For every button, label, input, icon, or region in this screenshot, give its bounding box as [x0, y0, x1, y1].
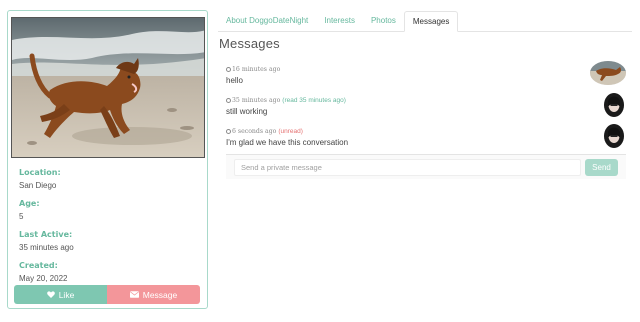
- message-time: 35 minutes ago: [232, 97, 281, 104]
- clock-icon: [226, 128, 231, 134]
- messages-title: Messages: [219, 36, 280, 51]
- created-value: May 20, 2022: [19, 274, 68, 283]
- person-avatar[interactable]: [604, 124, 624, 148]
- envelope-icon: [129, 291, 139, 298]
- message-meta: 35 minutes ago (read 35 minutes ago): [226, 91, 626, 105]
- person-avatar[interactable]: [604, 93, 624, 117]
- like-label: Like: [58, 289, 75, 300]
- message-thread: 16 minutes ago hello 35 minutes ago (rea…: [226, 60, 626, 153]
- message-item: 35 minutes ago (read 35 minutes ago) sti…: [226, 91, 626, 122]
- last-active-field: Last Active: 35 minutes ago: [19, 223, 199, 254]
- message-time: 16 minutes ago: [232, 66, 281, 73]
- person-avatar-image: [604, 124, 624, 148]
- message-meta: 6 seconds ago (unread): [226, 122, 626, 136]
- last-active-value: 35 minutes ago: [19, 243, 74, 252]
- unread-status: (unread): [278, 128, 303, 135]
- person-avatar-image: [604, 93, 624, 117]
- last-active-label: Last Active:: [19, 230, 73, 239]
- tab-photos[interactable]: Photos: [363, 11, 404, 31]
- created-field: Created: May 20, 2022: [19, 254, 199, 285]
- like-button[interactable]: Like: [14, 285, 107, 304]
- age-value: 5: [19, 212, 24, 221]
- location-value: San Diego: [19, 181, 57, 190]
- tab-messages[interactable]: Messages: [403, 11, 459, 32]
- clock-icon: [226, 66, 231, 72]
- location-label: Location:: [19, 168, 61, 177]
- profile-tabs: About DoggoDateNight Interests Photos Me…: [218, 11, 632, 32]
- message-meta: 16 minutes ago: [226, 60, 626, 74]
- message-text: I'm glad we have this conversation: [226, 138, 349, 147]
- profile-info: Location: San Diego Age: 5 Last Active: …: [19, 161, 199, 285]
- message-time: 6 seconds ago: [232, 128, 277, 135]
- tab-interests[interactable]: Interests: [316, 11, 363, 31]
- message-item: 6 seconds ago (unread) I'm glad we have …: [226, 122, 626, 153]
- message-composer: Send: [226, 154, 626, 179]
- clock-icon: [226, 97, 231, 103]
- message-label: Message: [142, 289, 178, 300]
- dog-avatar[interactable]: [590, 61, 626, 85]
- age-field: Age: 5: [19, 192, 199, 223]
- heart-icon: [46, 291, 55, 298]
- dog-photo-image: [12, 18, 204, 157]
- age-label: Age:: [19, 199, 40, 208]
- profile-actions: Like Message: [14, 285, 200, 304]
- message-button[interactable]: Message: [107, 285, 200, 304]
- dog-avatar-image: [590, 61, 626, 85]
- message-text: still working: [226, 107, 268, 116]
- location-field: Location: San Diego: [19, 161, 199, 192]
- message-input[interactable]: [234, 159, 581, 176]
- tab-about[interactable]: About DoggoDateNight: [218, 11, 316, 31]
- profile-photo[interactable]: [11, 17, 205, 158]
- created-label: Created:: [19, 261, 58, 270]
- message-item: 16 minutes ago hello: [226, 60, 626, 91]
- profile-card: Location: San Diego Age: 5 Last Active: …: [7, 10, 208, 309]
- message-text: hello: [226, 76, 243, 85]
- send-button[interactable]: Send: [585, 159, 618, 176]
- read-status: (read 35 minutes ago): [282, 97, 346, 104]
